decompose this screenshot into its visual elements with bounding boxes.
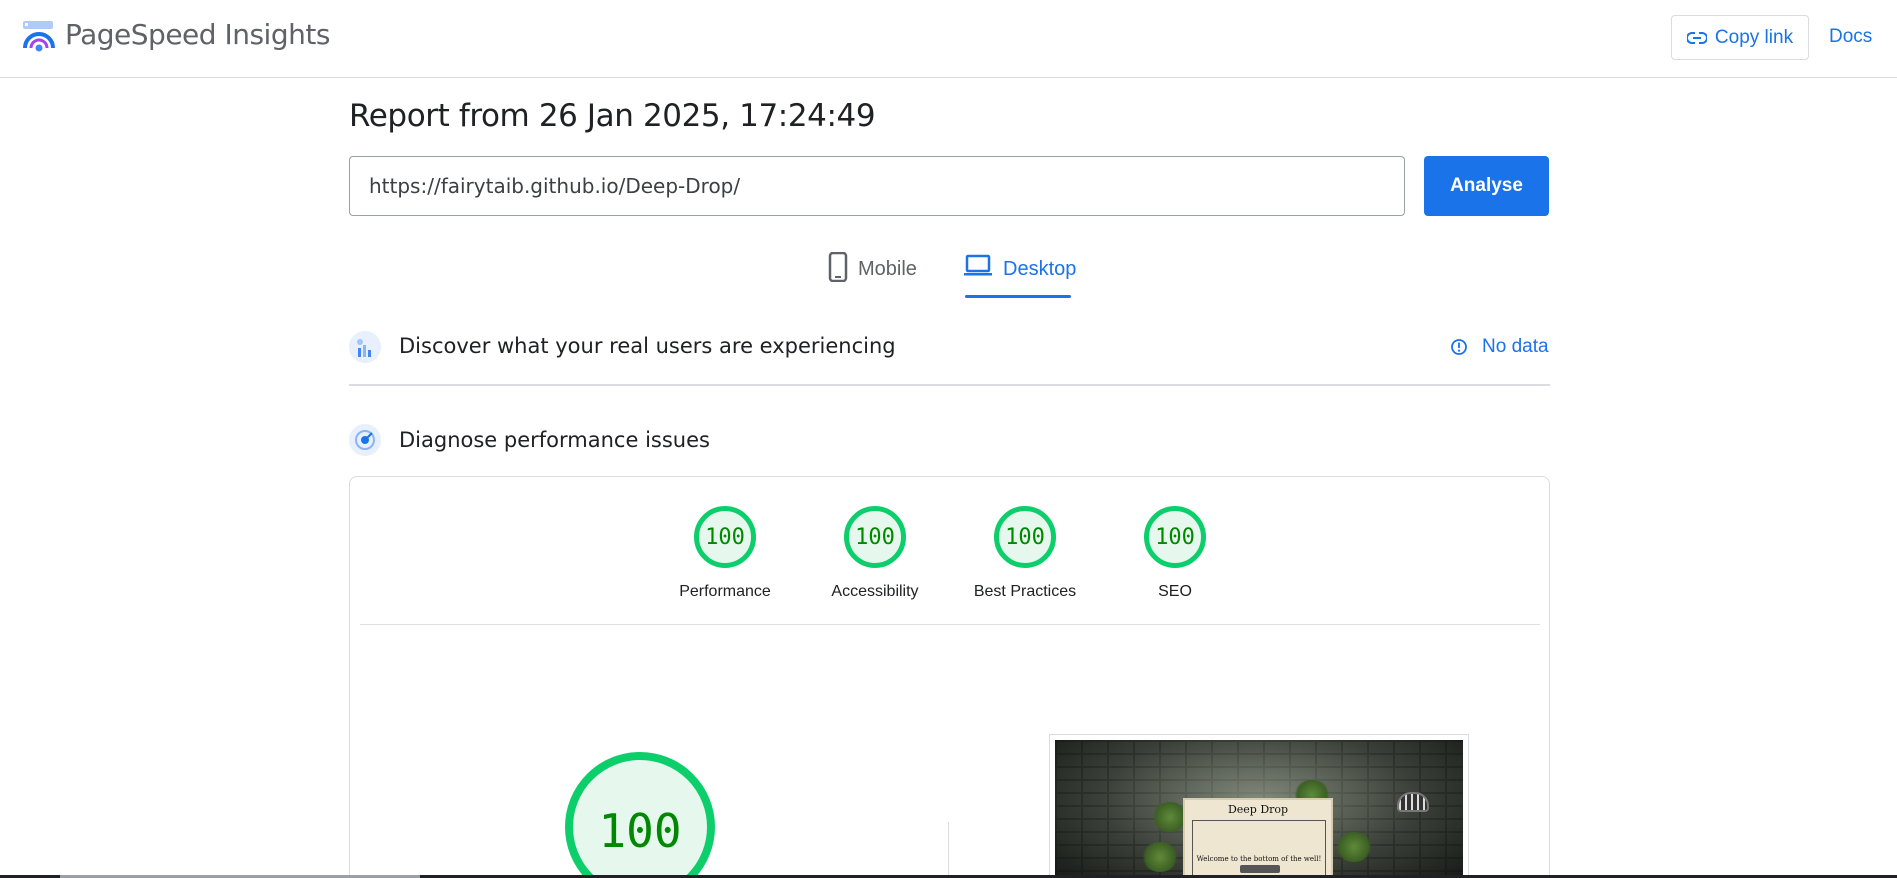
game-welcome-text: Welcome to the bottom of the well! bbox=[1196, 855, 1322, 863]
performance-score-gauge[interactable]: 100 bbox=[694, 506, 756, 568]
game-start-button bbox=[1240, 865, 1280, 873]
diagnose-gauge-icon bbox=[349, 424, 381, 456]
game-inner-frame: Welcome to the bottom of the well! bbox=[1192, 820, 1326, 878]
copy-link-button[interactable]: Copy link bbox=[1671, 15, 1809, 60]
foliage-decoration bbox=[1335, 832, 1373, 862]
tab-mobile[interactable]: Mobile bbox=[828, 252, 917, 300]
brand-name[interactable]: PageSpeed Insights bbox=[65, 18, 330, 51]
url-input[interactable] bbox=[349, 156, 1405, 216]
page-screenshot-frame: Deep Drop Welcome to the bottom of the w… bbox=[1049, 734, 1469, 878]
docs-link[interactable]: Docs bbox=[1829, 26, 1872, 48]
performance-score-label: Performance bbox=[679, 583, 771, 600]
page-screenshot: Deep Drop Welcome to the bottom of the w… bbox=[1055, 740, 1463, 878]
accessibility-score-label: Accessibility bbox=[831, 583, 919, 600]
top-bar: PageSpeed Insights Copy link Docs bbox=[0, 0, 1897, 78]
field-data-title: Discover what your real users are experi… bbox=[399, 334, 896, 358]
tab-mobile-label: Mobile bbox=[858, 258, 917, 280]
copy-link-label: Copy link bbox=[1714, 26, 1794, 48]
seo-score-gauge[interactable]: 100 bbox=[1144, 506, 1206, 568]
best-practices-score-gauge[interactable]: 100 bbox=[994, 506, 1056, 568]
lab-data-title: Diagnose performance issues bbox=[399, 428, 710, 452]
no-data-label: No data bbox=[1482, 336, 1549, 357]
info-icon bbox=[1451, 339, 1467, 355]
tab-desktop[interactable]: Desktop bbox=[963, 252, 1076, 300]
report-title: Report from 26 Jan 2025, 17:24:49 bbox=[349, 98, 876, 134]
accessibility-score-gauge[interactable]: 100 bbox=[844, 506, 906, 568]
laptop-icon bbox=[964, 254, 992, 276]
section-divider bbox=[349, 384, 1550, 386]
pagespeed-logo-icon[interactable] bbox=[22, 20, 56, 52]
analyse-button[interactable]: Analyse bbox=[1424, 156, 1549, 216]
tab-desktop-label: Desktop bbox=[1003, 258, 1077, 280]
smartphone-icon bbox=[828, 252, 848, 282]
best-practices-score-label: Best Practices bbox=[973, 583, 1077, 600]
no-data-link[interactable]: No data bbox=[1450, 336, 1549, 358]
sewer-grate-image bbox=[1397, 792, 1429, 812]
users-chart-icon bbox=[349, 331, 381, 363]
vertical-divider bbox=[948, 822, 949, 878]
foliage-decoration bbox=[1141, 842, 1179, 872]
game-title: Deep Drop bbox=[1227, 803, 1289, 816]
card-divider bbox=[360, 624, 1540, 625]
link-icon bbox=[1686, 31, 1707, 44]
game-panel: Deep Drop Welcome to the bottom of the w… bbox=[1183, 798, 1333, 878]
seo-score-label: SEO bbox=[1158, 583, 1192, 600]
active-tab-indicator bbox=[965, 295, 1071, 298]
